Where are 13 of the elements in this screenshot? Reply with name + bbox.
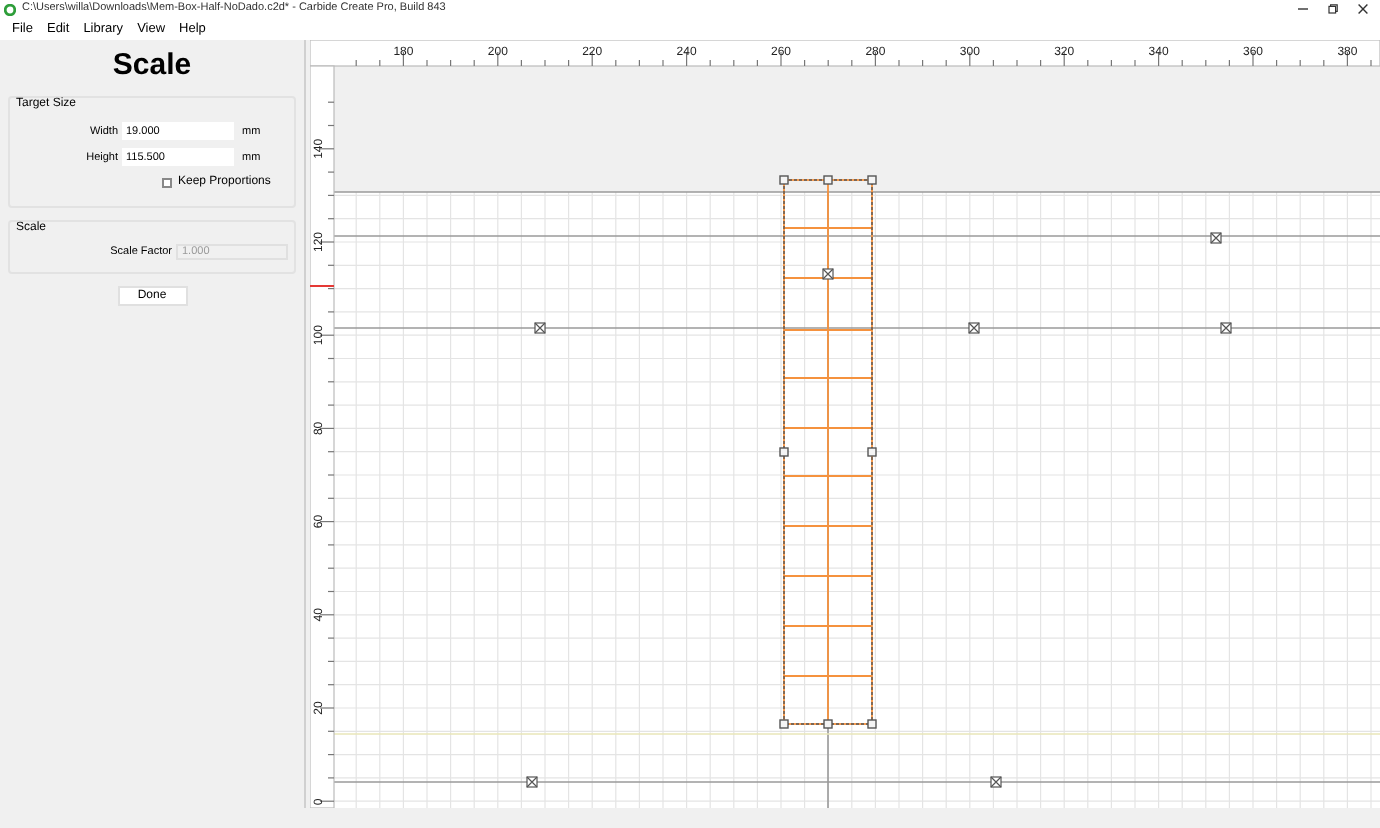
app-logo-icon [4, 3, 16, 15]
center-marker-icon [1210, 232, 1222, 244]
center-marker-icon [534, 322, 546, 334]
center-marker-icon [822, 268, 834, 280]
center-marker-icon [526, 776, 538, 788]
checkbox[interactable] [162, 177, 172, 187]
panel-heading: Scale [110, 48, 194, 84]
center-marker-icon [968, 322, 980, 334]
close-icon[interactable] [1358, 4, 1368, 14]
restore-icon[interactable] [1328, 4, 1338, 14]
minimize-icon[interactable] [1298, 4, 1308, 14]
center-marker-icon [1220, 322, 1232, 334]
center-marker-icon [990, 776, 1002, 788]
